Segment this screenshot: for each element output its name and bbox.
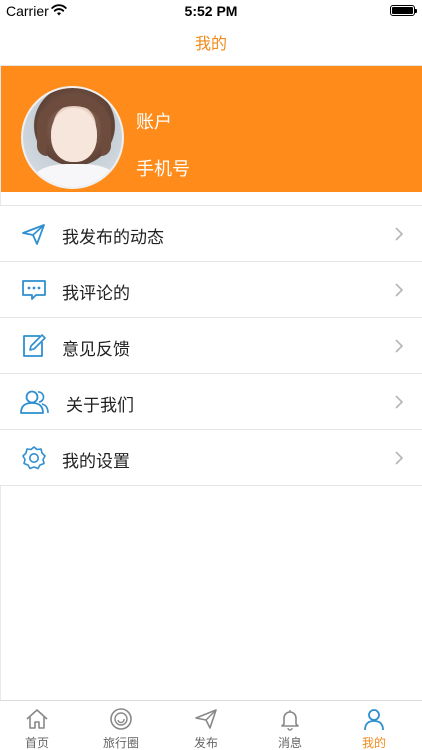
menu-item-label: 我发布的动态 <box>62 228 164 248</box>
users-icon <box>20 390 49 414</box>
settings-icon <box>22 446 46 470</box>
profile-header[interactable]: 账户 手机号 <box>0 66 422 192</box>
tab-publish[interactable]: 发布 <box>164 701 248 750</box>
menu-list: 我发布的动态 我评论的 意见反馈 关于我们 我的设置 <box>0 205 422 486</box>
page-title: 我的 <box>194 34 227 53</box>
circle-icon <box>110 708 132 730</box>
avatar[interactable] <box>21 86 124 189</box>
menu-item-label: 我评论的 <box>62 284 130 304</box>
battery-icon <box>390 5 417 16</box>
status-bar: Carrier 5:52 PM <box>0 0 422 22</box>
person-icon <box>364 709 384 731</box>
tab-label: 发布 <box>193 736 218 750</box>
menu-item-about-us[interactable]: 关于我们 <box>0 374 422 430</box>
home-icon <box>26 709 48 729</box>
tab-label: 首页 <box>24 736 49 750</box>
tab-label: 我的 <box>361 736 386 750</box>
tab-home[interactable]: 首页 <box>0 701 79 750</box>
chevron-right-icon <box>395 283 404 297</box>
menu-item-settings[interactable]: 我的设置 <box>0 430 422 486</box>
menu-item-label: 关于我们 <box>66 396 134 416</box>
tab-bar: 首页 旅行圈 发布 消息 我的 <box>0 700 422 750</box>
send-icon <box>195 709 217 729</box>
edit-icon <box>23 334 46 357</box>
tab-label: 消息 <box>277 736 302 750</box>
chevron-right-icon <box>395 451 404 465</box>
tab-mine[interactable]: 我的 <box>332 701 416 750</box>
account-label: 账户 <box>136 112 172 133</box>
tab-messages[interactable]: 消息 <box>248 701 332 750</box>
menu-item-label: 意见反馈 <box>62 340 130 360</box>
tab-travel-circle[interactable]: 旅行圈 <box>79 701 163 750</box>
comment-icon <box>22 280 46 300</box>
nav-bar: 我的 <box>0 22 422 66</box>
paper-plane-icon <box>22 224 45 245</box>
menu-item-my-posts[interactable]: 我发布的动态 <box>0 206 422 262</box>
tab-label: 旅行圈 <box>102 736 139 750</box>
menu-item-my-comments[interactable]: 我评论的 <box>0 262 422 318</box>
phone-label: 手机号 <box>136 159 190 180</box>
bell-icon <box>281 710 299 731</box>
chevron-right-icon <box>395 339 404 353</box>
menu-item-feedback[interactable]: 意见反馈 <box>0 318 422 374</box>
clock: 5:52 PM <box>184 3 238 19</box>
menu-item-label: 我的设置 <box>62 452 130 472</box>
chevron-right-icon <box>395 395 404 409</box>
chevron-right-icon <box>395 227 404 241</box>
